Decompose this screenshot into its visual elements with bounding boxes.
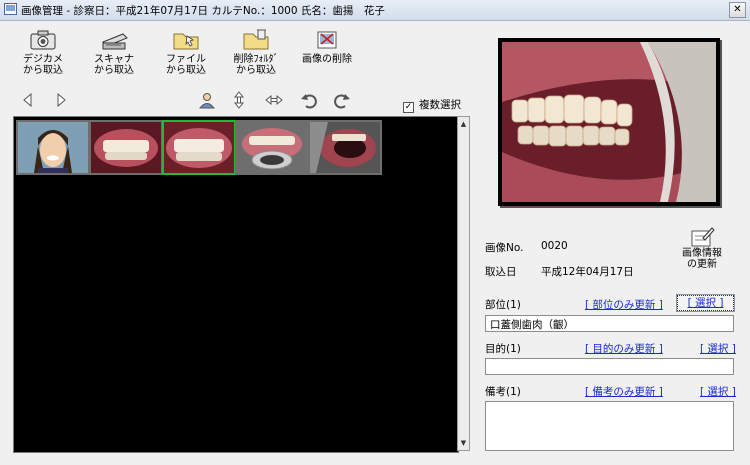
multi-select-check-icon[interactable]: ✓: [403, 102, 414, 113]
region-label: 部位(1): [485, 299, 521, 311]
delete-image-icon: [317, 31, 337, 49]
window-title: 画像管理 ‐ 診察日：平成21年07月17日 カルテNo.：1000 氏名：歯揚…: [21, 5, 385, 17]
image-no-label: 画像No.: [485, 242, 524, 254]
mouth-side-image: [310, 122, 380, 173]
remarks-label: 備考(1): [485, 386, 521, 398]
delete-image-label: 画像の削除: [302, 54, 352, 65]
thumbnail-face[interactable]: [16, 120, 90, 175]
import-from-file-label: ファイル から取込: [166, 54, 206, 76]
remarks-field[interactable]: [485, 401, 734, 451]
import-date-label: 取込日: [485, 266, 517, 278]
thumbnail-mouth-side[interactable]: [308, 120, 382, 175]
gallery-scrollbar[interactable]: ▲ ▼: [457, 116, 470, 451]
image-no-value: 0020: [541, 240, 568, 252]
import-from-camera-button[interactable]: デジカメ から取込: [11, 28, 75, 78]
import-from-scanner-label: スキャナ から取込: [94, 54, 134, 76]
teeth-closeup-image: [164, 122, 234, 173]
region-select-button[interactable]: [ 選択 ]: [676, 294, 735, 312]
scroll-down-icon[interactable]: ▼: [458, 437, 469, 449]
teeth-frontal-image: [91, 122, 161, 173]
multi-select-checkbox[interactable]: ✓ 複数選択: [403, 97, 461, 113]
update-remarks-only-link[interactable]: [ 備考のみ更新 ]: [585, 384, 663, 399]
import-from-scanner-button[interactable]: スキャナ から取込: [82, 28, 146, 78]
preview-teeth-image: [498, 38, 720, 206]
thumbnail-teeth-frontal[interactable]: [89, 120, 163, 175]
arrow-left-icon[interactable]: [19, 91, 37, 109]
region-field[interactable]: 口蓋側歯肉（齦）: [485, 315, 734, 332]
arrow-right-icon[interactable]: [52, 91, 70, 109]
update-region-only-link[interactable]: [ 部位のみ更新 ]: [585, 297, 663, 312]
import-from-file-button[interactable]: ファイル から取込: [154, 28, 218, 78]
multi-select-label: 複数選択: [419, 99, 461, 111]
thumbnail-gallery[interactable]: [13, 116, 459, 453]
thumbnail-teeth-closeup[interactable]: [162, 120, 236, 175]
import-date-value: 平成12年04月17日: [541, 266, 634, 278]
import-from-camera-label: デジカメ から取込: [23, 54, 63, 76]
purpose-field[interactable]: [485, 358, 734, 375]
scroll-up-icon[interactable]: ▲: [458, 118, 469, 130]
title-bar: 画像管理 ‐ 診察日：平成21年07月17日 カルテNo.：1000 氏名：歯揚…: [0, 0, 750, 21]
update-image-info-label: 画像情報 の更新: [682, 248, 722, 270]
delete-image-button[interactable]: 画像の削除: [295, 28, 359, 78]
close-button[interactable]: ✕: [729, 2, 746, 18]
face-photo-image: [18, 122, 88, 173]
region-select-label: [ 選択 ]: [687, 297, 724, 309]
image-preview: [498, 38, 720, 206]
remarks-select-link[interactable]: [ 選択 ]: [700, 384, 736, 399]
person-icon[interactable]: [198, 91, 216, 109]
teeth-retractor-image: [237, 122, 307, 173]
thumbnail-teeth-retractor[interactable]: [235, 120, 309, 175]
app-icon: [4, 3, 17, 15]
camera-icon: [30, 30, 56, 50]
update-image-info-button[interactable]: 画像情報 の更新: [672, 226, 732, 270]
import-from-deleted-folder-button[interactable]: 削除ﾌｫﾙﾀﾞ から取込: [224, 28, 288, 78]
rotate-left-icon[interactable]: [300, 91, 318, 109]
edit-document-icon: [691, 227, 715, 247]
import-from-deleted-folder-label: 削除ﾌｫﾙﾀﾞ から取込: [233, 54, 279, 76]
folder-icon: [173, 33, 199, 50]
purpose-label: 目的(1): [485, 343, 521, 355]
flip-vertical-icon[interactable]: [230, 91, 248, 109]
rotate-right-icon[interactable]: [333, 91, 351, 109]
update-purpose-only-link[interactable]: [ 目的のみ更新 ]: [585, 341, 663, 356]
deleted-folder-icon: [243, 29, 269, 50]
purpose-select-link[interactable]: [ 選択 ]: [700, 341, 736, 356]
flip-horizontal-icon[interactable]: [265, 91, 283, 109]
scanner-icon: [102, 33, 128, 50]
